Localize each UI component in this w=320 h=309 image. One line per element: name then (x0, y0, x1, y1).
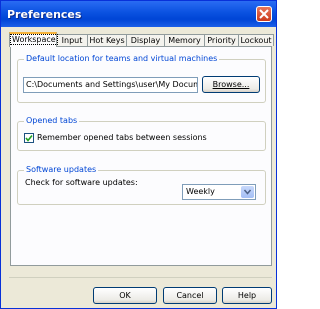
tab-hot-keys[interactable]: Hot Keys (87, 34, 127, 46)
close-button[interactable] (256, 6, 272, 22)
update-frequency-select[interactable]: Weekly (182, 184, 256, 200)
ok-button[interactable]: OK (93, 287, 157, 304)
tab-workspace[interactable]: Workspace (9, 32, 58, 47)
window-title: Preferences (7, 8, 82, 21)
update-frequency-label: Check for software updates: (25, 178, 138, 187)
opened-tabs-group: Opened tabs Remember opened tabs between… (17, 116, 266, 151)
opened-tabs-title: Opened tabs (24, 116, 80, 126)
tab-lockout[interactable]: Lockout (238, 34, 274, 46)
location-input[interactable]: C:\Documents and Settings\user\My Docume (23, 77, 198, 93)
tab-input[interactable]: Input (56, 34, 88, 46)
default-location-title: Default location for teams and virtual m… (24, 54, 220, 64)
tab-strip: Workspace Input Hot Keys Display Memory … (9, 32, 274, 47)
tab-display[interactable]: Display (126, 34, 165, 46)
dropdown-arrow[interactable] (241, 186, 254, 198)
workspace-panel: Default location for teams and virtual m… (10, 46, 272, 266)
close-icon (259, 9, 269, 19)
footer-divider (9, 277, 272, 278)
tab-memory[interactable]: Memory (164, 34, 205, 46)
title-bar[interactable]: Preferences (1, 1, 276, 27)
preferences-dialog: Preferences Workspace Input Hot Keys Dis… (0, 0, 277, 309)
checkmark-icon (25, 135, 33, 142)
default-location-group: Default location for teams and virtual m… (17, 54, 266, 103)
update-frequency-value: Weekly (186, 187, 215, 196)
browse-button[interactable]: Browse... (202, 76, 260, 93)
cancel-button[interactable]: Cancel (163, 287, 217, 304)
tab-priority[interactable]: Priority (204, 34, 239, 46)
remember-tabs-label[interactable]: Remember opened tabs between sessions (37, 133, 207, 143)
software-updates-group: Software updates Check for software upda… (17, 165, 266, 205)
help-button[interactable]: Help (222, 287, 272, 304)
browse-button-label: Browse... (212, 80, 250, 89)
chevron-down-icon (244, 189, 251, 195)
remember-tabs-checkbox[interactable] (24, 133, 34, 143)
software-updates-title: Software updates (24, 165, 99, 175)
